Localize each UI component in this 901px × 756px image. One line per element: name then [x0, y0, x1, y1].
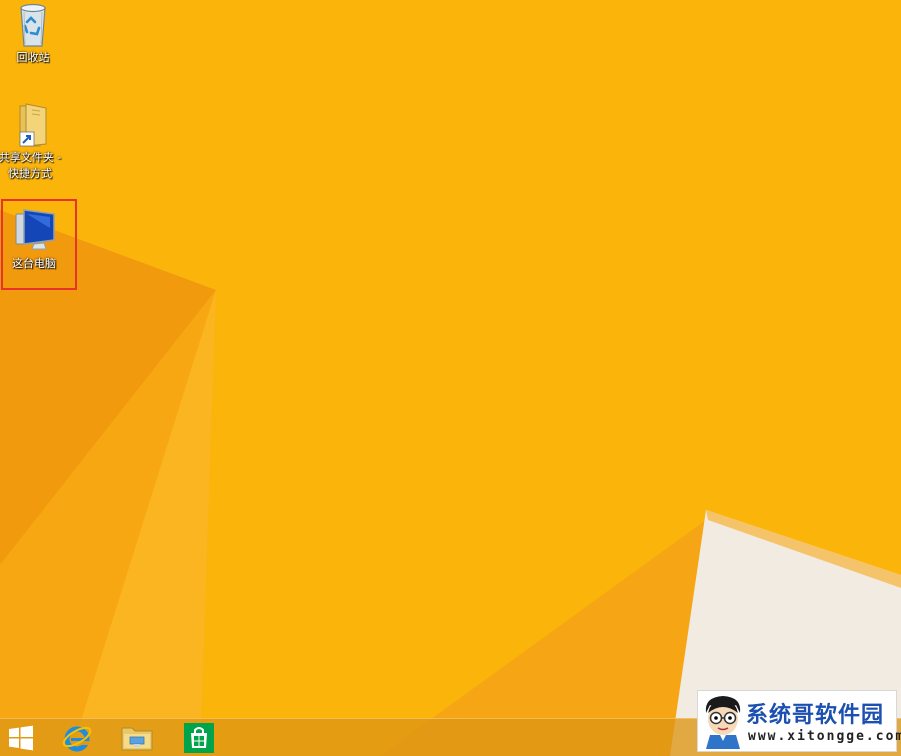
- internet-explorer-icon: [62, 726, 92, 752]
- watermark-url: www.xitongge.com: [748, 729, 901, 744]
- windows-store-icon: [184, 723, 214, 753]
- desktop-icon-recycle-bin[interactable]: 回收站: [0, 0, 71, 66]
- desktop-icon-label: 回收站: [16, 51, 50, 64]
- desktop-icon-shared-folder[interactable]: 共享文件夹 - 快捷方式: [0, 100, 68, 182]
- shared-folder-shortcut-icon: [19, 103, 47, 147]
- file-explorer-button[interactable]: [108, 719, 166, 756]
- this-pc-icon: [15, 209, 55, 250]
- wallpaper: [0, 0, 901, 756]
- watermark-title: 系统哥软件园: [746, 703, 885, 728]
- internet-explorer-button[interactable]: [48, 719, 106, 756]
- start-button[interactable]: [0, 719, 42, 756]
- desktop[interactable]: 回收站 共享文件夹 - 快捷方式 这台电脑 系统哥软件园 www.xitongg…: [0, 0, 901, 756]
- recycle-bin-icon: [20, 3, 46, 47]
- desktop-icon-label-line2: 快捷方式: [8, 167, 52, 180]
- desktop-icon-this-pc[interactable]: 这台电脑: [0, 206, 72, 272]
- cartoon-avatar-icon: [705, 696, 741, 749]
- windows-start-icon: [9, 725, 33, 751]
- desktop-icon-label-line1: 共享文件夹 -: [0, 151, 62, 164]
- windows-store-button[interactable]: [170, 719, 228, 756]
- file-explorer-icon: [121, 727, 153, 751]
- desktop-icon-label: 这台电脑: [12, 257, 56, 270]
- watermark-logo: 系统哥软件园 www.xitongge.com: [697, 690, 901, 752]
